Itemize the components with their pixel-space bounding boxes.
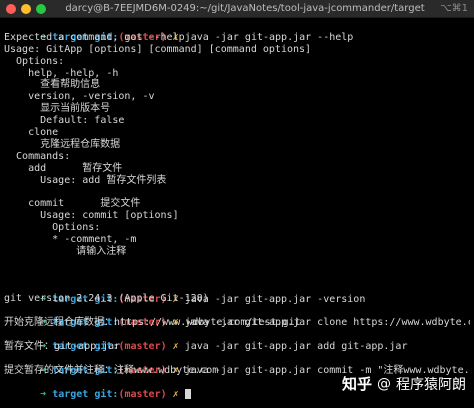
prompt-git-label: git: bbox=[94, 388, 119, 400]
watermark-brand: 知乎 bbox=[341, 375, 372, 393]
window-controls bbox=[6, 4, 46, 14]
command-text: java -jar git-app.jar -version bbox=[184, 293, 366, 305]
output-line: clone bbox=[4, 127, 59, 139]
output-line: add 暂存文件 bbox=[4, 162, 123, 174]
watermark-author: 程序猿阿朗 bbox=[396, 376, 466, 393]
output-line: commit 提交文件 bbox=[4, 198, 141, 210]
output-line: Options: bbox=[4, 55, 65, 67]
output-line: Commands: bbox=[4, 150, 71, 162]
output-line: Usage: add 暂存文件列表 bbox=[4, 174, 167, 186]
prompt-line: ➜ target git:(master) ✗ java -jar git-ap… bbox=[4, 20, 470, 43]
terminal-output[interactable]: ➜ target git:(master) ✗ java -jar git-ap… bbox=[4, 20, 470, 406]
prompt-arrow-icon: ➜ bbox=[40, 388, 47, 400]
output-line: 克隆远程仓库数据 bbox=[4, 138, 121, 150]
dirty-mark-icon: ✗ bbox=[172, 388, 179, 400]
dirty-mark-icon: ✗ bbox=[172, 341, 179, 353]
command-text: java -jar git-app.jar --help bbox=[184, 31, 354, 43]
zoom-window-button[interactable] bbox=[36, 4, 46, 14]
prompt-branch: master bbox=[124, 388, 161, 400]
minimize-window-button[interactable] bbox=[21, 4, 31, 14]
output-line: Options: bbox=[4, 222, 101, 234]
prompt-paren-close: ) bbox=[160, 341, 167, 353]
title-bar: darcy@B-7EEJMD6M-0249:~/git/JavaNotes/to… bbox=[0, 0, 474, 18]
prompt-line: ➜ target git:(master) ✗ java -jar git-ap… bbox=[4, 282, 470, 305]
output-line: 查看帮助信息 bbox=[4, 79, 101, 91]
prompt-paren-close: ) bbox=[160, 388, 167, 400]
prompt-line: ➜ target git:(master) ✗ java -jar git-ap… bbox=[4, 353, 470, 376]
output-line: help, -help, -h bbox=[4, 67, 119, 79]
watermark-at-icon: @ bbox=[377, 375, 391, 392]
prompt-branch: master bbox=[124, 341, 161, 353]
watermark: 知乎 @ 程序猿阿朗 bbox=[342, 373, 466, 394]
text-cursor[interactable] bbox=[184, 388, 191, 399]
output-line: Default: false bbox=[4, 115, 125, 127]
prompt-directory: target bbox=[52, 388, 89, 400]
window-title: darcy@B-7EEJMD6M-0249:~/git/JavaNotes/to… bbox=[65, 3, 425, 14]
terminal-window: darcy@B-7EEJMD6M-0249:~/git/JavaNotes/to… bbox=[0, 0, 474, 408]
close-window-button[interactable] bbox=[6, 4, 16, 14]
output-line: * -comment, -m bbox=[4, 234, 137, 246]
output-line: 请输入注释 bbox=[4, 245, 127, 257]
command-text: java -jar git-app.jar add git-app.jar bbox=[184, 341, 408, 353]
tab-shortcut-hint: ⌥⌘1 bbox=[440, 3, 468, 14]
output-line: 显示当前版本号 bbox=[4, 103, 111, 115]
output-line: version, -version, -v bbox=[4, 91, 155, 103]
output-line: Usage: commit [options] bbox=[4, 210, 179, 222]
prompt-line: ➜ target git:(master) ✗ java -jar git-ap… bbox=[4, 329, 470, 352]
output-line: Usage: GitApp [options] [command] [comma… bbox=[4, 43, 312, 55]
prompt-line: ➜ target git:(master) ✗ java -jar git-ap… bbox=[4, 305, 470, 328]
